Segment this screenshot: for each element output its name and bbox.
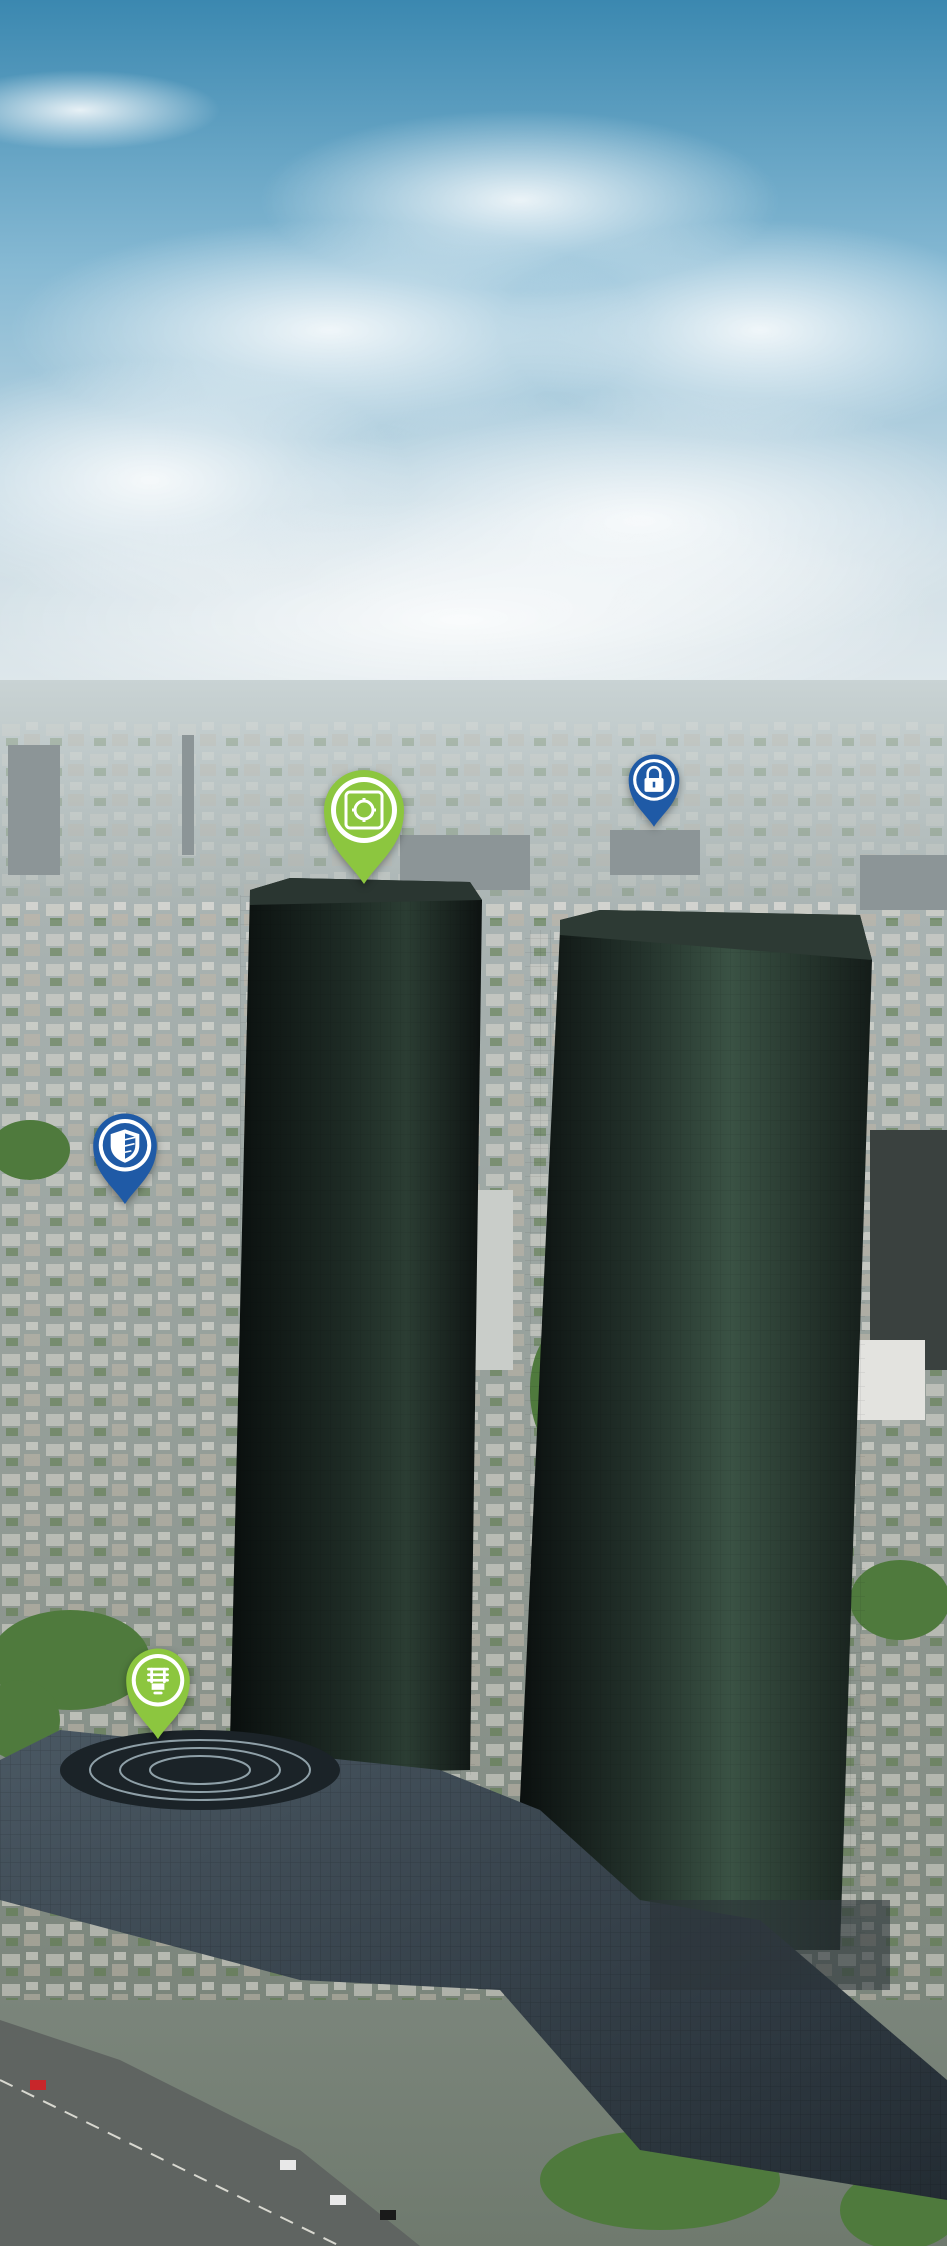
right-tower (520, 910, 872, 1950)
left-tower (230, 878, 482, 1775)
lightbulb-marker[interactable] (123, 1645, 193, 1741)
lock-marker[interactable] (626, 752, 682, 828)
shield-marker[interactable] (90, 1110, 160, 1206)
safe-vault-marker[interactable] (320, 766, 408, 886)
